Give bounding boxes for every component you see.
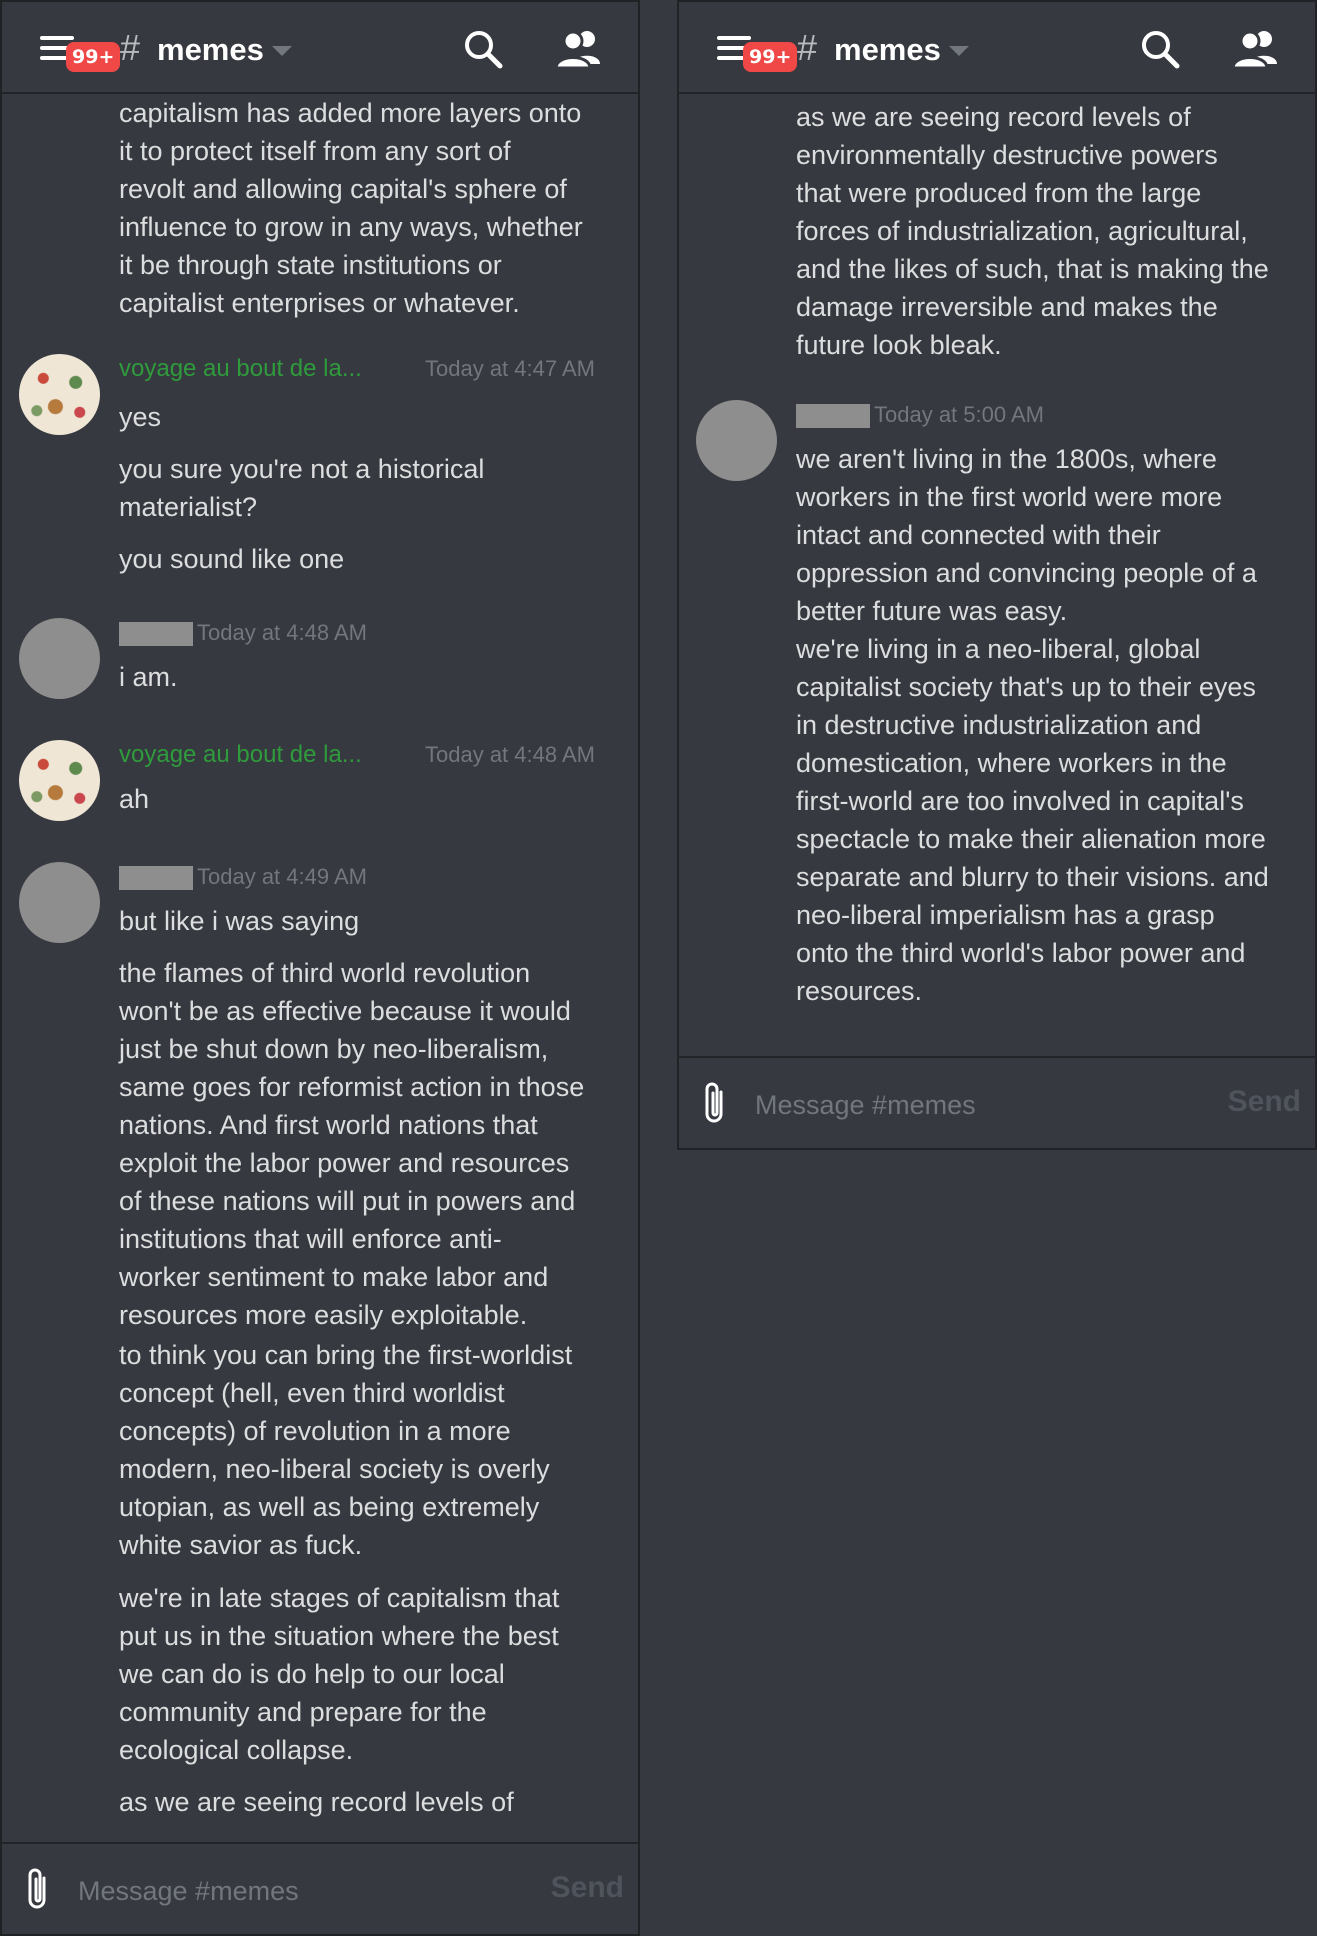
author-name[interactable]: voyage au bout de la... — [119, 354, 362, 384]
message-text: capitalism has added more layers onto it… — [119, 98, 583, 318]
message-timestamp: Today at 4:48 AM — [197, 620, 367, 645]
message-timestamp: Today at 4:47 AM — [425, 356, 595, 381]
search-icon[interactable] — [1139, 28, 1181, 70]
message-text: we aren't living in the 1800s, where wor… — [796, 444, 1269, 1006]
paperclip-icon[interactable] — [701, 1080, 731, 1126]
message-text: the flames of third world revolution won… — [119, 958, 585, 1330]
avatar[interactable] — [19, 740, 100, 821]
message-text: you sure you're not a historical materia… — [119, 454, 485, 522]
chevron-down-icon[interactable] — [949, 46, 969, 56]
author-name[interactable]: voyage au bout de la... — [119, 740, 362, 770]
avatar[interactable] — [19, 618, 100, 699]
message-timestamp: Today at 4:49 AM — [197, 864, 367, 889]
channel-name[interactable]: memes — [157, 28, 264, 72]
message-text: yes — [119, 402, 162, 432]
paperclip-icon[interactable] — [24, 1866, 54, 1912]
chat-panel-right: 99+ # memes as we are seeing record leve… — [677, 0, 1317, 1150]
chevron-down-icon[interactable] — [272, 46, 292, 56]
members-icon[interactable] — [554, 28, 604, 70]
notification-badge: 99+ — [66, 42, 121, 72]
send-button[interactable]: Send — [1228, 1080, 1301, 1124]
message-input[interactable] — [753, 1084, 1195, 1126]
channel-hash-icon: # — [797, 27, 818, 68]
channel-header: 99+ # memes — [679, 2, 1315, 94]
notification-badge: 99+ — [743, 42, 798, 72]
members-icon[interactable] — [1231, 28, 1281, 70]
message-timestamp: Today at 4:48 AM — [425, 742, 595, 767]
message-timestamp: Today at 5:00 AM — [874, 402, 1044, 427]
redacted-author-name — [119, 866, 193, 890]
message-text: to think you can bring the first-worldis… — [119, 1340, 573, 1560]
message-text: we're in late stages of capitalism that … — [119, 1583, 560, 1765]
channel-header: 99+ # memes — [2, 2, 638, 94]
message-text: i am. — [119, 662, 178, 692]
message-text: as we are seeing record levels of — [119, 1787, 514, 1817]
message-text: you sound like one — [119, 544, 345, 574]
redacted-author-name — [796, 404, 870, 428]
message-composer: Send — [2, 1842, 638, 1934]
message-composer: Send — [679, 1056, 1315, 1148]
message-input[interactable] — [76, 1870, 518, 1912]
send-button[interactable]: Send — [551, 1866, 624, 1910]
message-text: as we are seeing record levels of enviro… — [796, 102, 1269, 360]
avatar[interactable] — [19, 354, 100, 435]
channel-name[interactable]: memes — [834, 28, 941, 72]
chat-panel-left: 99+ # memes capitalism has added more la… — [0, 0, 640, 1936]
channel-hash-icon: # — [120, 27, 141, 68]
avatar[interactable] — [19, 862, 100, 943]
avatar[interactable] — [696, 400, 777, 481]
message-text: but like i was saying — [119, 906, 360, 936]
search-icon[interactable] — [462, 28, 504, 70]
redacted-author-name — [119, 622, 193, 646]
message-text: ah — [119, 784, 150, 814]
